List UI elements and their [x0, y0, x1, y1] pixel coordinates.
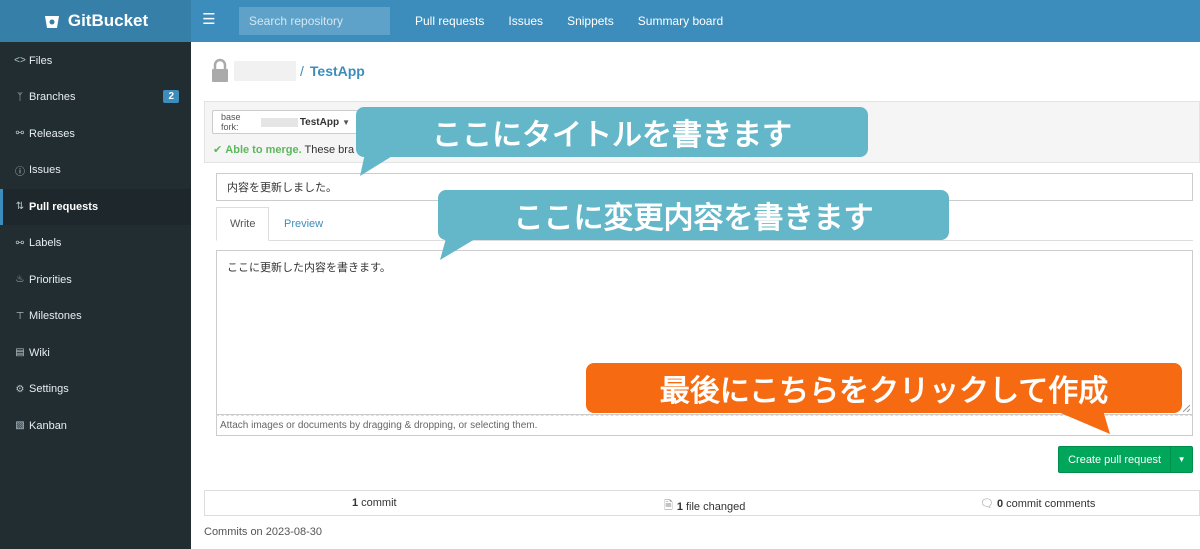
- sidebar-item-releases[interactable]: ⚯ Releases: [0, 116, 191, 153]
- base-fork-name: TestApp: [299, 116, 340, 128]
- repo-name-link[interactable]: TestApp: [310, 63, 365, 79]
- resize-handle-icon[interactable]: [1182, 404, 1190, 412]
- tab-write[interactable]: Write: [216, 207, 270, 241]
- sidebar-item-label: Branches: [29, 91, 76, 104]
- callout-title-hint: ここにタイトルを書きます: [356, 107, 868, 157]
- stat-files-changed[interactable]: 🗎 1 file changed: [664, 497, 745, 516]
- branch-icon: ᛉ: [17, 91, 23, 103]
- callout-create-hint: 最後にこちらをクリックして作成: [586, 363, 1182, 413]
- sidebar-item-label: Milestones: [29, 310, 82, 323]
- inbox-icon: ▧: [15, 420, 25, 432]
- sidebar-item-label: Releases: [29, 127, 75, 140]
- stat-commits[interactable]: 1 commit: [352, 497, 397, 509]
- commits-date-heading: Commits on 2023-08-30: [204, 526, 323, 538]
- sidebar-item-label: Labels: [29, 237, 62, 250]
- stats-bar: 1 commit 🗎 1 file changed 🗨 0 commit com…: [204, 490, 1200, 516]
- sidebar-item-priorities[interactable]: ♨ Priorities: [0, 262, 191, 299]
- title-value: 内容を更新しました。: [227, 182, 337, 194]
- sidebar-item-label: Settings: [29, 383, 69, 396]
- gear-icon: ⚙: [15, 383, 25, 395]
- merge-status-text: These bra: [304, 144, 355, 156]
- sidebar-item-files[interactable]: <> Files: [0, 43, 191, 80]
- chevron-down-icon: ▼: [342, 117, 350, 127]
- menu-toggle-icon[interactable]: ☰: [200, 11, 218, 29]
- comments-label: commit comments: [1006, 497, 1096, 510]
- sidebar-item-labels[interactable]: ⚯ Labels: [0, 225, 191, 262]
- gitbucket-logo-icon: [44, 16, 59, 28]
- callout-body-text: ここに変更内容を書きます: [513, 201, 874, 236]
- branch-count-badge: 2: [163, 90, 179, 103]
- tag-icon: ⚯: [15, 128, 25, 140]
- top-nav: Pull requests Issues Snippets Summary bo…: [403, 0, 735, 42]
- create-pull-request-label: Create pull request: [1068, 453, 1162, 466]
- merge-ok-label: Able to merge.: [225, 144, 302, 156]
- sidebar-item-wiki[interactable]: ▤ Wiki: [0, 335, 191, 372]
- sidebar-item-settings[interactable]: ⚙ Settings: [0, 371, 191, 408]
- files-count: 1: [676, 500, 683, 513]
- file-icon: 🗎: [664, 500, 673, 512]
- flame-icon: ♨: [15, 274, 25, 286]
- brand-logo[interactable]: GitBucket: [0, 0, 191, 42]
- sidebar-item-label: Priorities: [29, 273, 72, 286]
- redacted-owner: [234, 61, 296, 81]
- attach-hint: Attach images or documents by dragging &…: [220, 420, 538, 431]
- comments-count: 0: [996, 497, 1004, 510]
- sidebar-item-branches[interactable]: ᛉ Branches 2: [0, 79, 191, 116]
- sidebar-item-label: Kanban: [29, 419, 67, 432]
- top-navbar: GitBucket ☰ Pull requests Issues Snippet…: [0, 0, 1200, 42]
- redacted-owner: [260, 117, 298, 127]
- sidebar-item-milestones[interactable]: ⊤ Milestones: [0, 298, 191, 335]
- search-input[interactable]: [239, 7, 390, 35]
- merge-status: ✔ Able to merge. These bra: [213, 143, 373, 156]
- base-fork-label: base fork:: [221, 112, 241, 132]
- sidebar-item-label: Files: [29, 54, 53, 67]
- code-icon: <>: [14, 55, 26, 67]
- sidebar-item-pull-requests[interactable]: ⇅ Pull requests: [0, 188, 191, 225]
- sidebar-item-label: Issues: [29, 164, 61, 177]
- nav-summary-board[interactable]: Summary board: [638, 14, 723, 28]
- files-label: file changed: [685, 500, 746, 513]
- stat-commit-comments[interactable]: 🗨 0 commit comments: [980, 497, 1096, 511]
- sidebar-item-kanban[interactable]: ▧ Kanban: [0, 408, 191, 445]
- base-fork-dropdown[interactable]: base fork: TestApp ▼: [212, 110, 359, 134]
- sidebar-item-label: Pull requests: [29, 200, 99, 213]
- comment-icon: 🗨: [980, 498, 994, 510]
- milestone-icon: ⊤: [15, 310, 25, 322]
- check-icon: ✔: [213, 144, 223, 156]
- commits-label: commit: [361, 497, 397, 509]
- create-pull-request-button[interactable]: Create pull request ▼: [1058, 446, 1193, 473]
- repo-separator: /: [300, 63, 304, 79]
- callout-body-hint: ここに変更内容を書きます: [438, 190, 949, 240]
- sidebar-item-label: Wiki: [29, 346, 50, 359]
- commits-count: 1: [352, 497, 359, 509]
- tag-icon: ⚯: [15, 237, 25, 249]
- issue-icon: ⓘ: [15, 166, 25, 178]
- book-icon: ▤: [15, 347, 25, 359]
- callout-title-text: ここにタイトルを書きます: [432, 118, 792, 153]
- body-value: ここに更新した内容を書きます。: [227, 262, 391, 274]
- nav-issues[interactable]: Issues: [508, 14, 543, 28]
- repo-header: / TestApp: [210, 58, 365, 84]
- callout-create-text: 最後にこちらをクリックして作成: [659, 374, 1109, 409]
- nav-pull-requests[interactable]: Pull requests: [415, 14, 484, 28]
- brand-name: GitBucket: [67, 11, 149, 30]
- chevron-down-icon[interactable]: ▼: [1170, 447, 1192, 472]
- lock-icon: [212, 58, 228, 82]
- nav-snippets[interactable]: Snippets: [567, 14, 614, 28]
- pull-request-icon: ⇅: [15, 201, 25, 213]
- sidebar: <> Files ᛉ Branches 2 ⚯ Releases ⓘ Issue…: [0, 42, 191, 549]
- sidebar-item-issues[interactable]: ⓘ Issues: [0, 152, 191, 189]
- tab-preview[interactable]: Preview: [271, 207, 336, 241]
